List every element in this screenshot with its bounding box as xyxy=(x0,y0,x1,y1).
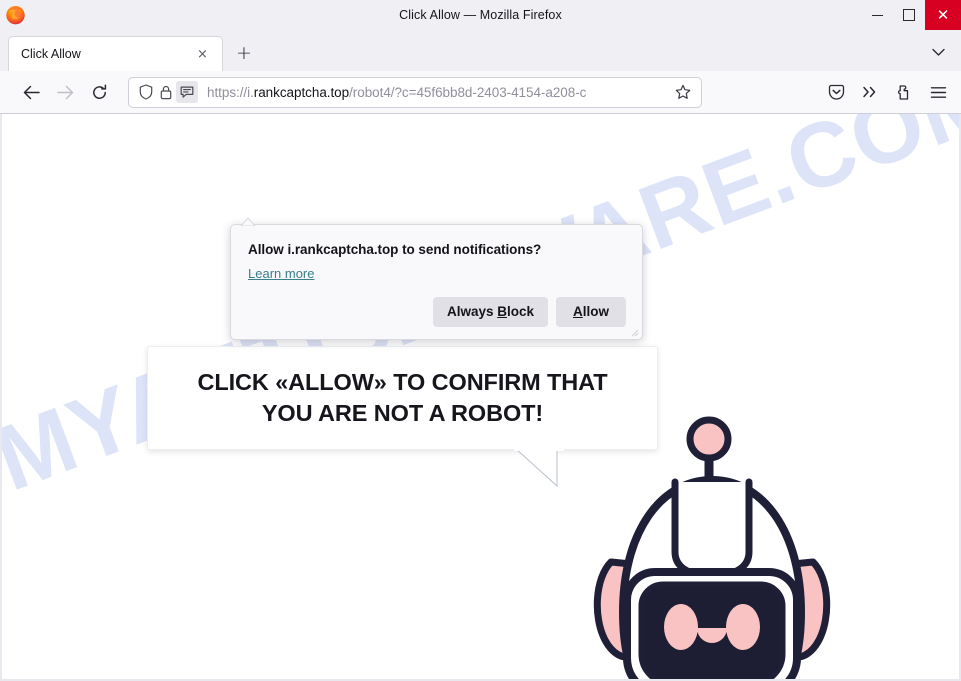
notification-permission-icon[interactable] xyxy=(176,81,198,103)
hamburger-menu-icon[interactable] xyxy=(921,76,955,108)
url-text[interactable]: https://i.rankcaptcha.top/robot4/?c=45f6… xyxy=(207,85,671,100)
extensions-icon[interactable] xyxy=(887,76,921,108)
always-block-button[interactable]: Always Block xyxy=(432,297,548,327)
tracking-protection-shield-icon[interactable] xyxy=(136,81,156,103)
url-host: rankcaptcha.top xyxy=(253,84,350,100)
minimize-button[interactable] xyxy=(861,0,893,30)
tab-click-allow[interactable]: Click Allow × xyxy=(8,36,223,71)
maximize-button[interactable] xyxy=(893,0,925,30)
close-window-button[interactable]: ✕ xyxy=(925,0,961,30)
permission-popup-actions: Always Block Allow xyxy=(248,297,626,327)
forward-button[interactable] xyxy=(48,76,82,108)
browser-window: Click Allow — Mozilla Firefox ✕ Click Al… xyxy=(0,0,961,681)
padlock-icon[interactable] xyxy=(156,81,176,103)
firefox-logo xyxy=(5,4,26,25)
tab-title: Click Allow xyxy=(21,47,81,61)
speech-bubble-tail xyxy=(514,448,564,488)
back-button[interactable] xyxy=(14,76,48,108)
maximize-icon xyxy=(903,9,915,21)
tab-close-icon[interactable]: × xyxy=(193,45,212,64)
speech-bubble-text: CLICK «ALLOW» TO CONFIRM THAT YOU ARE NO… xyxy=(197,368,608,426)
close-icon: ✕ xyxy=(936,5,950,24)
new-tab-button[interactable]: + xyxy=(229,38,259,68)
window-title: Click Allow — Mozilla Firefox xyxy=(399,8,562,22)
url-path: /robot4/?c=45f6bb8d-2403-4154-a208-c xyxy=(349,84,587,100)
chevron-down-icon[interactable] xyxy=(927,41,949,63)
toolbar-icons xyxy=(819,76,955,108)
pocket-icon[interactable] xyxy=(819,76,853,108)
title-bar: Click Allow — Mozilla Firefox ✕ xyxy=(0,0,961,30)
permission-popup-title: Allow i.rankcaptcha.top to send notifica… xyxy=(248,242,542,257)
popup-arrow xyxy=(241,218,255,226)
speech-bubble: CLICK «ALLOW» TO CONFIRM THAT YOU ARE NO… xyxy=(147,346,658,450)
window-controls: ✕ xyxy=(861,0,961,30)
reload-button[interactable] xyxy=(82,76,116,108)
bookmark-star-icon[interactable] xyxy=(671,80,695,104)
address-bar[interactable]: https://i.rankcaptcha.top/robot4/?c=45f6… xyxy=(128,76,702,108)
overflow-menu-icon[interactable] xyxy=(853,76,887,108)
url-scheme: https://i. xyxy=(207,84,254,100)
page-content: MYANTISPYWARE.COM CLICK «ALLOW» TO CONFI… xyxy=(0,114,961,681)
notification-permission-popup: Allow i.rankcaptcha.top to send notifica… xyxy=(230,218,643,340)
navigation-toolbar: https://i.rankcaptcha.top/robot4/?c=45f6… xyxy=(0,71,961,114)
minimize-icon xyxy=(871,14,883,16)
robot-illustration xyxy=(593,416,831,679)
allow-button[interactable]: Allow xyxy=(556,297,626,327)
learn-more-link[interactable]: Learn more xyxy=(248,266,314,281)
tab-strip: Click Allow × + xyxy=(0,30,961,71)
resize-grip-icon[interactable] xyxy=(631,329,639,337)
